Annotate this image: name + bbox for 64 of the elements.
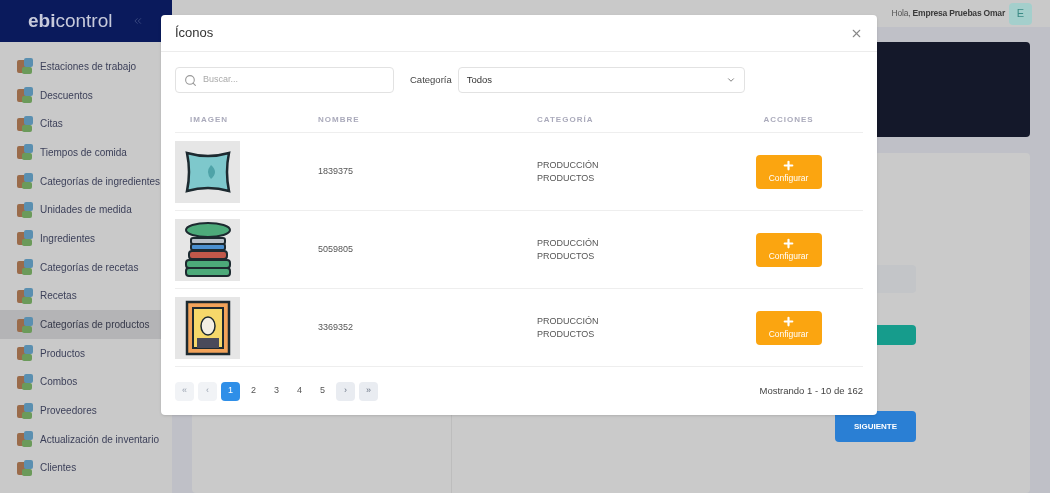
plus-icon (782, 158, 795, 172)
search-field[interactable]: Buscar... (175, 67, 394, 93)
table-cell-text: 3369352 (317, 320, 355, 334)
table-cell-text: PRODUCTOS (537, 171, 596, 185)
sidebar-item[interactable]: Tiempos de comida (0, 138, 172, 167)
column-header: CATEGORÍA (536, 113, 595, 126)
tile-icon (16, 458, 34, 477)
filter-label: Categoría (410, 72, 452, 87)
sidebar-item[interactable]: Categorías de ingredientes (0, 166, 172, 196)
page-button[interactable]: 5 (313, 381, 332, 401)
tile-icon (16, 315, 34, 334)
sidebar-item[interactable]: Estaciones de trabajo (0, 52, 172, 81)
table-cell-text: 1839375 (317, 164, 355, 178)
sidebar-item[interactable]: Actualización de inventario (0, 424, 172, 454)
sidebar-item[interactable]: Recetas (0, 281, 172, 311)
category-select[interactable]: Todos (457, 67, 745, 93)
next-button[interactable]: SIGUIENTE (835, 411, 916, 442)
search-icon (184, 73, 197, 87)
page-button[interactable]: 1 (221, 381, 240, 401)
table-cell-text: PRODUCTOS (537, 327, 596, 341)
page-button[interactable]: 2 (244, 381, 263, 401)
sidebar-item[interactable]: Proveedores (0, 396, 172, 425)
table-cell-text: PRODUCCIÓN (537, 236, 600, 250)
sidebar-item[interactable]: Descuentos (0, 80, 172, 110)
table-cell-text: PRODUCCIÓN (537, 158, 600, 172)
tile-icon (16, 372, 34, 391)
tile-icon (16, 57, 34, 76)
tile-icon (16, 286, 34, 305)
tile-icon (16, 200, 34, 219)
tile-icon (16, 114, 34, 133)
sidebar-item[interactable]: Citas (0, 109, 172, 139)
sidebar-item[interactable]: Clientes (0, 453, 172, 483)
sidebar-item[interactable]: Categorías de recetas (0, 252, 172, 282)
table-cell-text: PRODUCCIÓN (537, 314, 600, 328)
table-cell-text: PRODUCTOS (537, 249, 596, 263)
column-header: ACCIONES (762, 113, 815, 126)
plus-icon (782, 314, 795, 328)
tile-icon (16, 344, 34, 363)
pagination-summary: Mostrando 1 - 10 de 162 (759, 383, 863, 398)
tile-icon (16, 143, 34, 162)
column-header: IMAGEN (189, 113, 229, 126)
sidebar-item[interactable]: Ingredientes (0, 224, 172, 253)
modal-title: Íconos (175, 24, 214, 43)
logo: ebicontrol (28, 8, 113, 33)
table-cell-text: 5059805 (317, 242, 355, 256)
sidebar-item[interactable]: Unidades de medida (0, 195, 172, 225)
tile-icon (16, 430, 34, 449)
tile-icon (16, 229, 34, 248)
tile-icon (16, 86, 34, 105)
page-button[interactable]: 4 (290, 381, 309, 401)
sidebar-item[interactable]: Productos (0, 338, 172, 368)
column-header: NOMBRE (317, 113, 361, 126)
chevron-down-icon (725, 75, 736, 85)
framed-painting-icon (184, 299, 231, 356)
search-input[interactable]: Buscar... (203, 73, 383, 87)
tile-icon (16, 172, 34, 191)
plus-icon (782, 236, 795, 250)
sidebar-item[interactable]: Combos (0, 367, 172, 397)
page-button[interactable]: 3 (267, 381, 286, 401)
tile-icon (16, 401, 34, 420)
greeting: Hola, Empresa Pruebas Omar (891, 7, 1005, 20)
page-button[interactable]: › (336, 381, 355, 401)
tile-icon (16, 258, 34, 277)
page-button[interactable]: » (359, 381, 378, 401)
